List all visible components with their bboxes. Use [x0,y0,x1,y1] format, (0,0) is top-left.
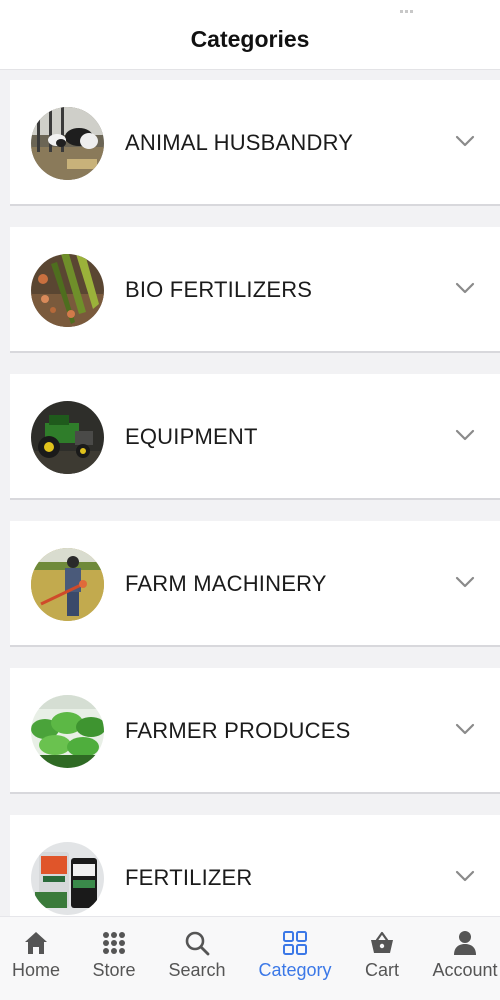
status-bar-fragment [400,0,440,13]
chevron-down-icon[interactable] [454,865,476,887]
tab-search[interactable]: Search [166,917,228,1000]
tab-label: Search [168,960,226,980]
tab-store[interactable]: Store [88,917,140,1000]
category-item-bio-fertilizers[interactable]: BIO FERTILIZERS [10,227,500,353]
category-label: EQUIPMENT [125,424,258,449]
basket-icon [371,931,393,953]
plants-photo [31,695,104,768]
category-label: ANIMAL HUSBANDRY [125,130,354,155]
tab-account[interactable]: Account [430,917,500,1000]
page-title: Categories [190,26,310,52]
category-item-farmer-produces[interactable]: FARMER PRODUCES [10,668,500,794]
tab-label: Category [258,960,332,980]
category-item-fertilizer[interactable]: FERTILIZER [10,815,500,916]
tab-label: Cart [364,960,399,980]
person-icon [454,931,476,955]
tab-cart[interactable]: Cart [360,917,404,1000]
category-item-farm-machinery[interactable]: FARM MACHINERY [10,521,500,647]
category-label: FARM MACHINERY [125,571,327,596]
tab-home[interactable]: Home [8,917,64,1000]
app-header: Categories [0,0,500,70]
tab-label: Account [432,960,498,980]
mower-photo [31,401,104,474]
fertilizer-bags-photo [31,842,104,915]
home-icon [25,932,47,954]
category-list: ANIMAL HUSBANDRY BIO FERTILIZERS EQUIPME… [0,70,500,916]
tab-label: Store [92,960,136,980]
category-label: BIO FERTILIZERS [125,277,313,302]
category-label: FERTILIZER [125,865,253,890]
tab-label: Home [11,960,60,980]
chevron-down-icon[interactable] [454,571,476,593]
chevron-down-icon[interactable] [454,277,476,299]
chevron-down-icon[interactable] [454,130,476,152]
category-label: FARMER PRODUCES [125,718,351,743]
category-icon [283,931,307,955]
tab-category[interactable]: Category [254,917,336,1000]
bottom-tab-bar: Home Store Search Category Cart Account [0,916,500,1000]
cows-photo [31,107,104,180]
category-item-animal-husbandry[interactable]: ANIMAL HUSBANDRY [10,80,500,206]
category-item-equipment[interactable]: EQUIPMENT [10,374,500,500]
search-icon [185,931,210,956]
grid-dots-icon [103,932,125,954]
chevron-down-icon[interactable] [454,424,476,446]
chevron-down-icon[interactable] [454,718,476,740]
seeds-photo [31,254,104,327]
farmer-photo [31,548,104,621]
